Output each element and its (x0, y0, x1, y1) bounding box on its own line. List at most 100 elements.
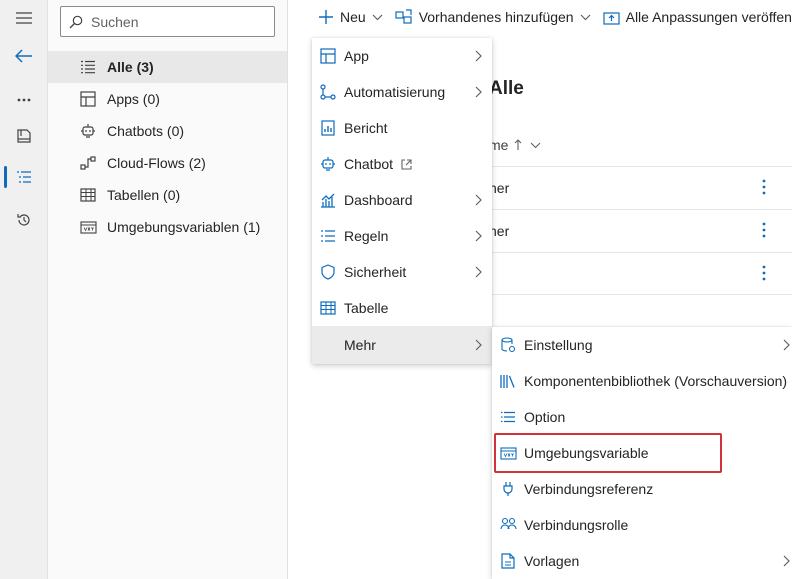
flow-icon (319, 83, 337, 101)
more-dots-icon[interactable] (0, 82, 48, 118)
command-bar: Neu Vorhandenes hinzufügen Alle Anpassun… (288, 0, 792, 34)
shield-icon (319, 263, 337, 281)
chevron-right-icon (475, 194, 482, 206)
library-icon (499, 372, 517, 390)
setting-definition-icon (499, 336, 517, 354)
option-list-icon (499, 408, 517, 426)
menu-item-label: Vorlagen (524, 553, 580, 569)
app-icon (79, 90, 97, 108)
new-menu: App Automatisierung Bericht Chatbot Dash… (312, 38, 492, 364)
plug-icon (499, 480, 517, 498)
rules-icon (319, 227, 337, 245)
tree-item-cloud-flows[interactable]: Cloud-Flows (2) (48, 147, 287, 179)
chevron-right-icon (783, 339, 790, 351)
more-vertical-icon[interactable] (762, 265, 766, 281)
new-button[interactable]: Neu (288, 0, 389, 34)
env-variable-icon (79, 218, 97, 236)
chevron-right-icon (783, 555, 790, 567)
chevron-down-icon (372, 14, 383, 21)
menu-item-app[interactable]: App (312, 38, 492, 74)
menu-item-tabelle[interactable]: Tabelle (312, 290, 492, 326)
publish-all-label: Alle Anpassungen veröffentlichen (625, 9, 792, 25)
menu-item-automatisierung[interactable]: Automatisierung (312, 74, 492, 110)
menu-item-sicherheit[interactable]: Sicherheit (312, 254, 492, 290)
back-arrow-icon[interactable] (0, 38, 48, 74)
hamburger-menu-icon[interactable] (0, 0, 48, 36)
tree-item-alle[interactable]: Alle (3) (48, 51, 287, 83)
menu-item-label: Regeln (344, 228, 389, 244)
table-icon (79, 186, 97, 204)
tree-item-label: Tabellen (0) (107, 187, 181, 203)
chatbot-icon (79, 122, 97, 140)
menu-item-label: Bericht (344, 120, 388, 136)
menu-item-label: Einstellung (524, 337, 593, 353)
menu-item-regeln[interactable]: Regeln (312, 218, 492, 254)
tree-item-chatbots[interactable]: Chatbots (0) (48, 115, 287, 147)
page-title: Alle (489, 78, 524, 99)
menu-item-vorlagen[interactable]: Vorlagen (492, 543, 792, 579)
menu-item-option[interactable]: Option (492, 399, 792, 435)
menu-item-label: Option (524, 409, 566, 425)
sort-up-arrow-icon (514, 139, 522, 151)
menu-item-mehr[interactable]: Mehr (312, 326, 492, 364)
menu-item-verbindungsreferenz[interactable]: Verbindungsreferenz (492, 471, 792, 507)
chevron-down-icon (580, 14, 591, 21)
table-icon (319, 299, 337, 317)
tree-item-label: Cloud-Flows (2) (107, 155, 206, 171)
menu-item-bericht[interactable]: Bericht (312, 110, 492, 146)
row-name: her (489, 180, 510, 196)
chevron-down-icon (530, 142, 541, 149)
app-icon (319, 47, 337, 65)
table-row[interactable] (489, 252, 792, 295)
menu-item-label: Mehr (344, 337, 376, 353)
more-vertical-icon[interactable] (762, 222, 766, 238)
publish-all-button[interactable]: Alle Anpassungen veröffentlichen (597, 0, 792, 34)
search-icon (69, 15, 83, 29)
people-icon (499, 516, 517, 534)
add-existing-label: Vorhandenes hinzufügen (418, 9, 574, 25)
menu-item-label: Verbindungsrolle (524, 517, 629, 533)
table-row[interactable]: her (489, 166, 792, 209)
dashboard-icon (319, 191, 337, 209)
left-rail (0, 0, 48, 579)
add-existing-icon (395, 9, 413, 25)
menu-item-label: Dashboard (344, 192, 413, 208)
tree-item-umgebungsvariablen[interactable]: Umgebungsvariablen (1) (48, 211, 287, 243)
open-external-icon (401, 158, 412, 170)
new-button-label: Neu (340, 9, 366, 25)
list-icon (79, 58, 97, 76)
column-header-name[interactable]: me (489, 137, 541, 153)
table-row[interactable]: her (489, 209, 792, 252)
tree-item-apps[interactable]: Apps (0) (48, 83, 287, 115)
search-input[interactable]: Suchen (60, 6, 275, 37)
menu-item-label: Automatisierung (344, 84, 446, 100)
tree-item-tabellen[interactable]: Tabellen (0) (48, 179, 287, 211)
menu-item-label: App (344, 48, 369, 64)
menu-item-einstellung[interactable]: Einstellung (492, 327, 792, 363)
more-vertical-icon[interactable] (762, 179, 766, 195)
object-tree-panel: Suchen Alle (3) Apps (0) Chatbots (0) Cl… (48, 0, 288, 579)
history-icon[interactable] (0, 202, 48, 238)
menu-item-label: Umgebungsvariable (524, 445, 649, 461)
row-name: her (489, 223, 510, 239)
menu-item-label: Verbindungsreferenz (524, 481, 654, 497)
chatbot-icon (319, 155, 337, 173)
search-placeholder: Suchen (91, 13, 139, 30)
menu-item-dashboard[interactable]: Dashboard (312, 182, 492, 218)
chevron-right-icon (475, 266, 482, 278)
objects-list-icon[interactable] (0, 159, 48, 195)
more-submenu: Einstellung Komponentenbibliothek (Vorsc… (492, 327, 792, 579)
menu-item-chatbot[interactable]: Chatbot (312, 146, 492, 182)
book-icon[interactable] (0, 118, 48, 154)
env-variable-icon (499, 444, 517, 462)
tree-item-label: Alle (3) (107, 59, 154, 75)
menu-item-label: Komponentenbibliothek (Vorschauversion) (524, 373, 788, 389)
menu-item-verbindungsrolle[interactable]: Verbindungsrolle (492, 507, 792, 543)
menu-item-umgebungsvariable[interactable]: Umgebungsvariable (492, 435, 792, 471)
chevron-right-icon (475, 339, 482, 351)
add-existing-button[interactable]: Vorhandenes hinzufügen (389, 0, 597, 34)
tree-item-label: Chatbots (0) (107, 123, 185, 139)
menu-item-komponentenbibliothek[interactable]: Komponentenbibliothek (Vorschauversion) (492, 363, 792, 399)
chevron-right-icon (475, 230, 482, 242)
tree-item-label: Apps (0) (107, 91, 160, 107)
